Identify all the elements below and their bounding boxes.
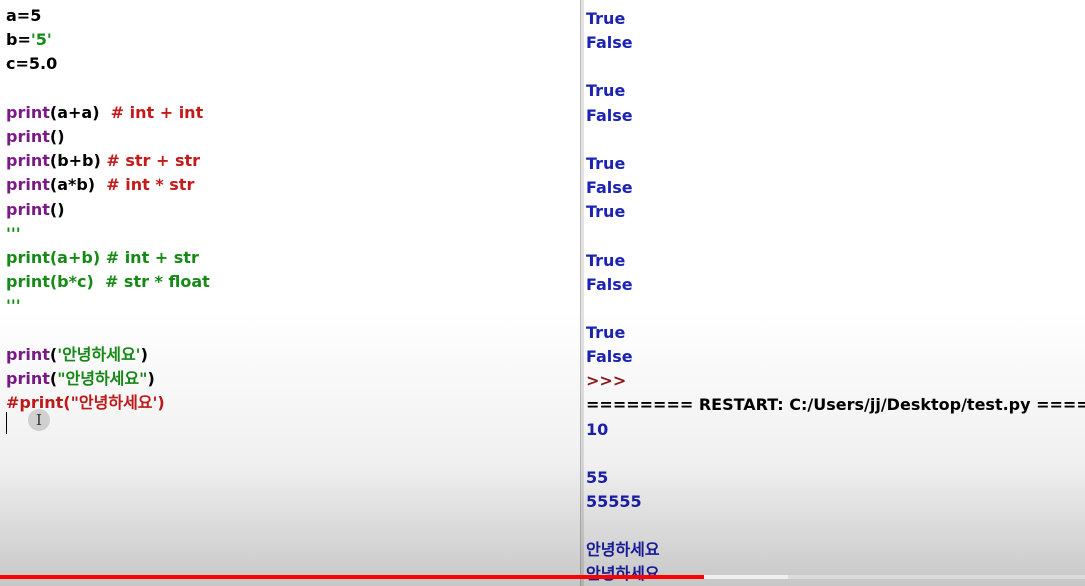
code-line[interactable]: print(a+a) # int + int	[6, 101, 203, 125]
code-token: '''	[6, 296, 21, 316]
code-token: #print("안녕하세요')	[6, 393, 165, 413]
output-line: 10	[586, 419, 609, 439]
output-line: True	[586, 202, 626, 222]
code-token: print	[6, 369, 50, 388]
code-token: (a+a)	[49, 102, 111, 122]
code-token: print	[6, 199, 50, 219]
output-line: False	[586, 347, 633, 367]
code-token: print	[6, 102, 50, 122]
code-line[interactable]: '''	[6, 294, 21, 318]
code-line[interactable]: print(b+b) # str + str	[6, 149, 200, 173]
code-token: "안녕하세요"	[57, 369, 148, 388]
code-token: )	[147, 369, 155, 388]
code-line[interactable]: print()	[6, 125, 65, 149]
editor-pane[interactable]: a=5 b='5' c=5.0 print(a+a) # int + int print…	[0, 0, 581, 586]
video-progress-fill	[0, 575, 705, 579]
code-token: print	[6, 151, 50, 171]
output-line: False	[586, 178, 633, 198]
code-line[interactable]: '''	[6, 222, 21, 246]
code-token: # int * str	[106, 175, 195, 195]
code-token: (a*b)	[49, 175, 107, 195]
output-line: True	[586, 322, 626, 342]
code-token: '5'	[30, 30, 52, 50]
code-token: # int + int	[110, 102, 204, 122]
output-line: True	[586, 250, 626, 270]
code-token: ()	[49, 127, 65, 146]
video-progress-bar[interactable]	[0, 575, 1085, 579]
code-token: (b+b)	[49, 151, 107, 171]
code-token: print	[6, 175, 50, 195]
text-caret	[6, 412, 7, 434]
code-token: ()	[49, 199, 65, 219]
code-line[interactable]: a=5	[6, 4, 41, 28]
code-line[interactable]: print(a+b) # int + str	[6, 246, 199, 270]
shell-output-pane[interactable]: True False True False True False True True False…	[584, 0, 1085, 586]
output-line: 안녕하세요	[586, 540, 660, 560]
code-token: print	[6, 344, 50, 364]
code-line[interactable]: #print("안녕하세요')	[6, 391, 165, 415]
code-token: b=	[6, 30, 31, 50]
code-line[interactable]: print('안녕하세요')	[6, 343, 148, 367]
code-token: '안녕하세요'	[57, 344, 141, 364]
code-token: )	[140, 344, 148, 364]
shell-prompt: >>>	[586, 371, 627, 391]
code-token: # str + str	[106, 151, 201, 171]
output-line: False	[586, 105, 633, 125]
code-token: print	[6, 127, 50, 146]
output-line: False	[586, 33, 633, 53]
code-line[interactable]: print("안녕하세요")	[6, 367, 155, 391]
code-token: print(a+b) # int + str	[6, 248, 199, 267]
code-line[interactable]: print(a*b) # int * str	[6, 173, 194, 197]
code-line[interactable]: b='5'	[6, 28, 52, 52]
code-token: '''	[6, 223, 21, 243]
code-line[interactable]: print()	[6, 198, 65, 222]
i-beam-cursor-icon: I	[28, 409, 50, 431]
output-line: True	[586, 9, 626, 28]
code-token: a=5	[6, 6, 42, 25]
code-token: print(b*c) # str * float	[6, 272, 210, 292]
code-line[interactable]: print(b*c) # str * float	[6, 270, 210, 294]
code-token: c=5.0	[6, 54, 58, 74]
output-line: True	[586, 81, 626, 101]
output-line: False	[586, 274, 633, 294]
restart-banner: ======== RESTART: C:/Users/jj/Desktop/te…	[586, 395, 1085, 415]
code-line[interactable]: c=5.0	[6, 52, 57, 76]
output-line: 55	[586, 467, 609, 487]
output-line: 55555	[586, 492, 642, 511]
output-line: True	[586, 153, 626, 173]
